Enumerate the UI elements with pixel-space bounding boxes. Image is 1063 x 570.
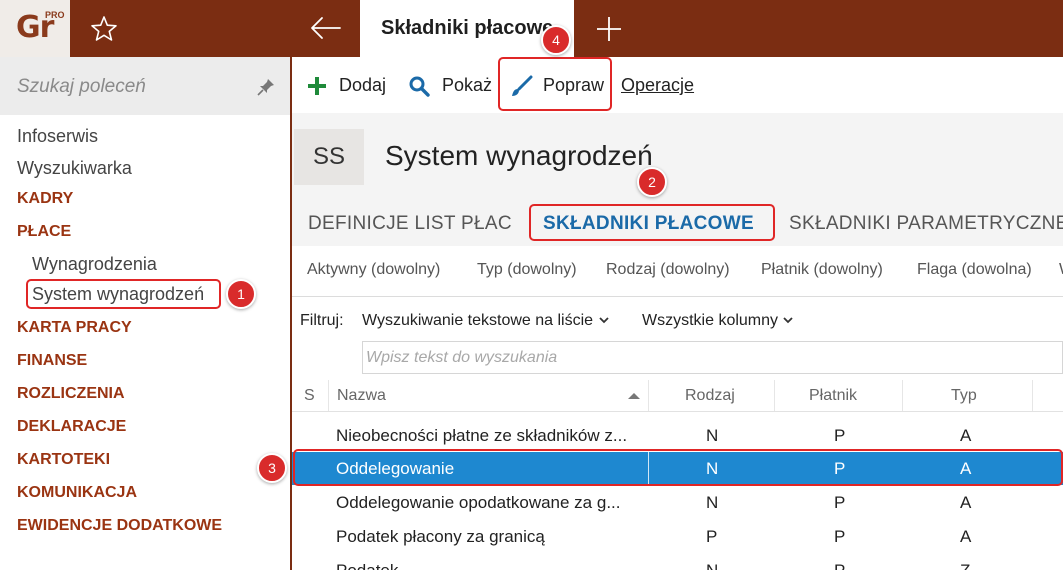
operations-button[interactable]: Operacje	[621, 73, 701, 99]
cell-platnik: P	[834, 493, 846, 512]
column-header-s[interactable]: S	[304, 387, 315, 405]
column-divider	[1032, 380, 1033, 411]
back-arrow-icon[interactable]	[306, 10, 346, 46]
filters-separator	[292, 296, 1063, 297]
sort-ascending-icon[interactable]	[627, 392, 641, 400]
tab-definicje-list-plac[interactable]: DEFINICJE LIST PŁAC	[308, 213, 512, 235]
column-divider	[774, 380, 775, 411]
search-mode-dropdown[interactable]: Wyszukiwanie tekstowe na liście	[362, 312, 610, 330]
columns-dropdown[interactable]: Wszystkie kolumny	[642, 312, 794, 330]
logo-pro-label: PRO	[45, 10, 65, 20]
search-mode-value: Wyszukiwanie tekstowe na liście	[362, 312, 594, 329]
sidebar-category-finanse[interactable]: FINANSE	[17, 352, 87, 370]
step-badge-2: 2	[637, 167, 667, 197]
table-row[interactable]: Podatek ... N P Z	[292, 554, 1063, 570]
tab-skladniki-parametryczne[interactable]: SKŁADNIKI PARAMETRYCZNE	[789, 213, 1063, 235]
table-row[interactable]: Nieobecności płatne ze składników z... N…	[292, 419, 1063, 452]
search-icon	[409, 76, 430, 97]
filter-more[interactable]: W	[1059, 261, 1063, 279]
cell-typ: A	[960, 493, 972, 512]
sidebar: Szukaj poleceń Infoserwis Wyszukiwarka K…	[0, 57, 290, 570]
filter-label: Filtruj:	[300, 312, 344, 329]
module-initials: SS	[312, 143, 345, 170]
cell-rodzaj: N	[706, 493, 719, 512]
cell-typ: Z	[960, 561, 970, 570]
filter-rodzaj[interactable]: Rodzaj (dowolny)	[606, 261, 730, 279]
command-search-placeholder: Szukaj poleceń	[17, 76, 146, 97]
top-bar: Gr PRO Składniki płacowe	[0, 0, 1063, 57]
sidebar-item-infoserwis[interactable]: Infoserwis	[17, 126, 98, 147]
column-divider	[902, 380, 903, 411]
table-row[interactable]: Podatek płacony za granicą P P A	[292, 520, 1063, 553]
step-badge-4: 4	[541, 25, 571, 55]
sidebar-category-kartoteki[interactable]: KARTOTEKI	[17, 451, 110, 469]
command-search[interactable]: Szukaj poleceń	[0, 57, 290, 115]
cell-nazwa: Nieobecności płatne ze składników z...	[336, 426, 628, 445]
column-divider	[648, 380, 649, 411]
highlight-oddelegowanie-row	[293, 449, 1063, 486]
filter-typ[interactable]: Typ (dowolny)	[477, 261, 577, 279]
filter-flaga[interactable]: Flaga (dowolna)	[917, 261, 1032, 279]
add-button[interactable]: Dodaj	[306, 73, 388, 99]
favorites-star-icon[interactable]	[86, 12, 122, 46]
show-button-label: Pokaż	[442, 75, 493, 95]
app-logo[interactable]: Gr PRO	[0, 0, 70, 57]
highlight-system-wynagrodzen	[26, 279, 221, 309]
cell-rodzaj: P	[706, 527, 718, 546]
cell-nazwa: Oddelegowanie opodatkowane za g...	[336, 493, 621, 512]
cell-platnik: P	[834, 426, 846, 445]
pin-icon[interactable]	[256, 77, 276, 97]
cell-rodzaj: N	[706, 426, 719, 445]
list-search-field[interactable]	[362, 341, 1063, 374]
column-divider	[328, 380, 329, 411]
cell-typ: A	[960, 426, 972, 445]
chevron-down-icon	[598, 317, 609, 324]
toolbar: Dodaj Pokaż Popraw Operacje	[292, 57, 1063, 113]
quick-filters: Aktywny (dowolny) Typ (dowolny) Rodzaj (…	[292, 246, 1063, 296]
cell-platnik: P	[834, 527, 846, 546]
sidebar-item-wyszukiwarka[interactable]: Wyszukiwarka	[17, 158, 132, 179]
cell-nazwa: Podatek ...	[336, 561, 417, 570]
sidebar-category-karta-pracy[interactable]: KARTA PRACY	[17, 319, 132, 337]
new-tab-plus-icon[interactable]	[592, 12, 626, 46]
highlight-tab-skladniki	[529, 204, 775, 241]
page-title: System wynagrodzeń	[385, 140, 653, 171]
cell-nazwa: Podatek płacony za granicą	[336, 527, 545, 546]
column-header-nazwa[interactable]: Nazwa	[337, 387, 386, 405]
sidebar-item-wynagrodzenia[interactable]: Wynagrodzenia	[32, 254, 157, 275]
add-button-label: Dodaj	[339, 75, 387, 95]
list-search-input[interactable]	[364, 343, 1060, 372]
column-header-rodzaj[interactable]: Rodzaj	[685, 387, 735, 405]
table-header: S Nazwa Rodzaj Płatnik Typ	[292, 380, 1063, 412]
plus-icon	[308, 77, 326, 95]
show-button[interactable]: Pokaż	[408, 73, 492, 99]
column-header-platnik[interactable]: Płatnik	[809, 387, 857, 405]
sidebar-category-ewidencje-dodatkowe[interactable]: EWIDENCJE DODATKOWE	[17, 517, 222, 535]
column-header-typ[interactable]: Typ	[951, 387, 977, 405]
active-window-tab[interactable]: Składniki płacowe	[360, 0, 574, 57]
sidebar-category-kadry[interactable]: KADRY	[17, 190, 73, 208]
table-row[interactable]: Oddelegowanie opodatkowane za g... N P A	[292, 486, 1063, 519]
sidebar-category-komunikacja[interactable]: KOMUNIKACJA	[17, 484, 137, 502]
filter-aktywny[interactable]: Aktywny (dowolny)	[307, 261, 440, 279]
columns-value: Wszystkie kolumny	[642, 312, 779, 329]
cell-typ: A	[960, 527, 972, 546]
step-badge-3: 3	[257, 453, 287, 483]
operations-button-label: Operacje	[621, 75, 695, 95]
cell-platnik: P	[834, 561, 845, 570]
highlight-edit-button	[498, 57, 612, 111]
sidebar-category-rozliczenia[interactable]: ROZLICZENIA	[17, 385, 125, 403]
filter-platnik[interactable]: Płatnik (dowolny)	[761, 261, 883, 279]
sidebar-category-place[interactable]: PŁACE	[17, 223, 71, 241]
cell-rodzaj: N	[706, 561, 718, 570]
sidebar-category-deklaracje[interactable]: DEKLARACJE	[17, 418, 126, 436]
chevron-down-icon	[783, 317, 794, 324]
step-badge-1: 1	[226, 279, 256, 309]
module-initials-badge: SS	[294, 129, 364, 185]
active-tab-title: Składniki płacowe	[381, 17, 554, 39]
